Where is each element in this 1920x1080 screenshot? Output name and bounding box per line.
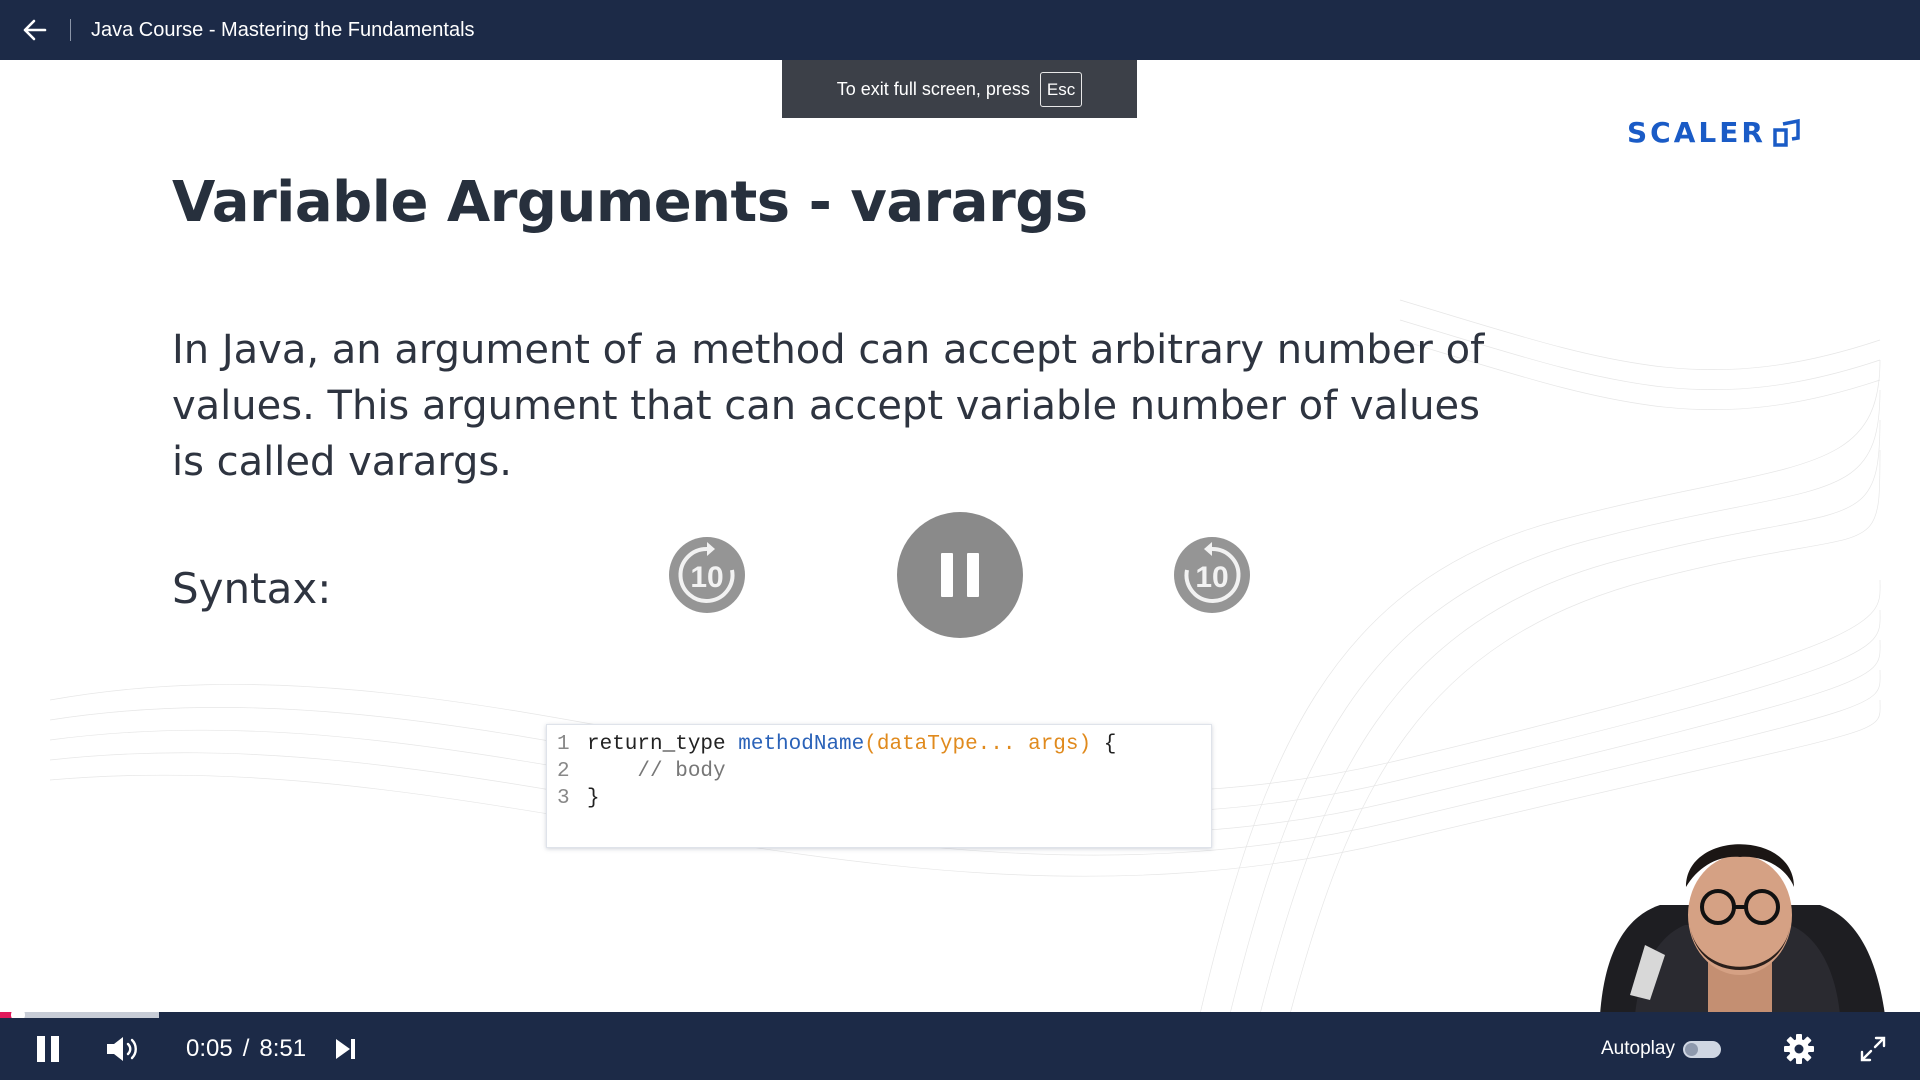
pause-icon: [37, 1036, 59, 1062]
svg-text:10: 10: [690, 561, 723, 594]
pause-bar-left: [941, 553, 953, 597]
esc-key-hint: Esc: [1039, 71, 1083, 107]
code-brace-open: {: [1091, 733, 1117, 756]
autoplay-label: Autoplay: [1601, 1038, 1675, 1059]
svg-text:10: 10: [1195, 561, 1228, 594]
center-pause-button[interactable]: [897, 512, 1023, 638]
scaler-logo: SCALER: [1627, 116, 1802, 149]
video-player[interactable]: To exit full screen, press Esc SCALER Va…: [0, 60, 1920, 1014]
fullscreen-button[interactable]: [1855, 1031, 1891, 1067]
gear-icon: [1784, 1034, 1814, 1064]
code-params: (dataType... args): [864, 733, 1092, 756]
skip-next-icon: [336, 1039, 355, 1059]
syntax-label: Syntax:: [172, 564, 332, 613]
code-method-name: methodName: [738, 733, 865, 756]
line-number: 2: [557, 760, 570, 783]
forward-10-button[interactable]: 10: [1171, 534, 1253, 616]
next-button[interactable]: [330, 1031, 360, 1067]
slide-title: Variable Arguments - varargs: [172, 170, 1088, 235]
title-divider: [70, 19, 71, 41]
autoplay-toggle[interactable]: [1683, 1041, 1721, 1058]
pause-button[interactable]: [30, 1031, 66, 1067]
fullscreen-exit-icon: [1860, 1036, 1886, 1062]
rewind-10-button[interactable]: 10: [666, 534, 748, 616]
code-line: 2 // body: [557, 758, 1201, 785]
code-brace-close: }: [587, 787, 600, 810]
code-block: 1 return_type methodName (dataType... ar…: [546, 724, 1212, 848]
course-title: Java Course - Mastering the Fundamentals: [91, 18, 475, 41]
scaler-logo-text: SCALER: [1627, 116, 1766, 149]
player-controls: 0:05 / 8:51 Autoplay: [0, 1018, 1920, 1080]
pause-bar-right: [967, 553, 979, 597]
slide-body-text: In Java, an argument of a method can acc…: [172, 327, 1485, 485]
code-return-type: return_type: [587, 733, 739, 756]
time-separator: /: [242, 1035, 250, 1062]
code-line: 3 }: [557, 785, 1201, 812]
fullscreen-notice: To exit full screen, press Esc: [782, 60, 1137, 118]
volume-icon: [107, 1037, 137, 1061]
duration: 8:51: [259, 1035, 307, 1062]
settings-button[interactable]: [1781, 1031, 1817, 1067]
volume-button[interactable]: [103, 1031, 143, 1067]
back-button[interactable]: [0, 0, 70, 60]
forward-10-icon: 10: [1174, 537, 1250, 613]
code-line: 1 return_type methodName (dataType... ar…: [557, 731, 1201, 758]
line-number: 3: [557, 787, 570, 810]
code-comment: // body: [587, 760, 726, 783]
presenter-video-overlay: [1600, 844, 1885, 1014]
time-display: 0:05 / 8:51: [186, 1018, 306, 1080]
scaler-logo-icon: [1773, 118, 1800, 147]
fullscreen-notice-text: To exit full screen, press: [836, 78, 1030, 99]
arrow-left-icon: [23, 19, 47, 41]
top-bar: Java Course - Mastering the Fundamentals: [0, 0, 1920, 60]
rewind-10-icon: 10: [669, 537, 745, 613]
current-time: 0:05: [186, 1035, 233, 1062]
autoplay-toggle-knob: [1685, 1043, 1698, 1056]
line-number: 1: [557, 733, 570, 756]
